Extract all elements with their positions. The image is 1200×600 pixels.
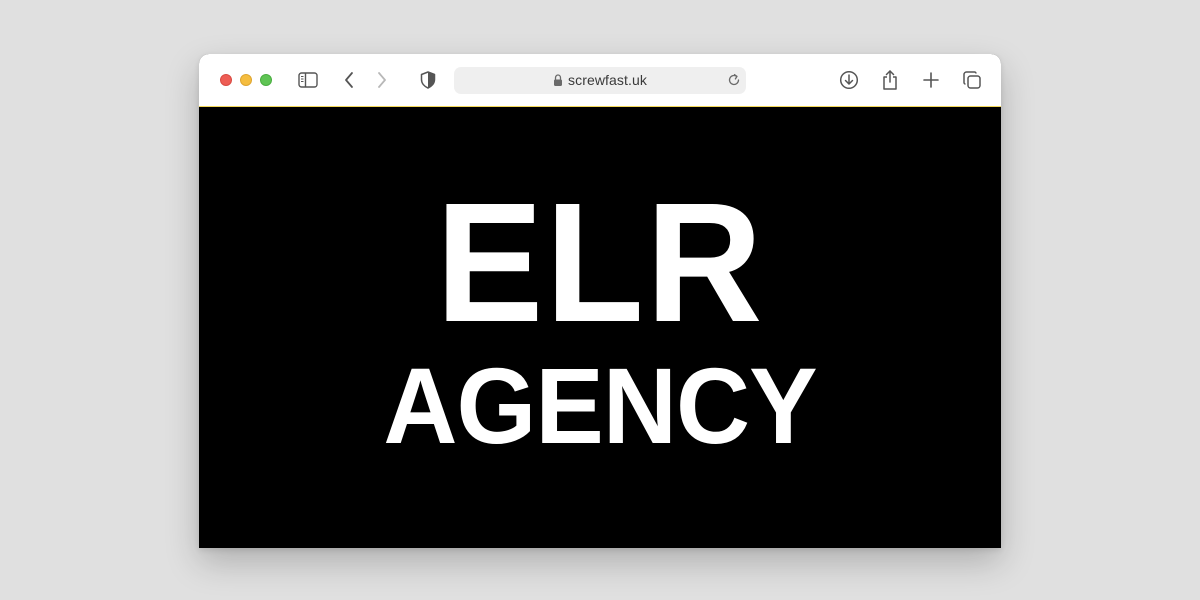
browser-window: screwfast.uk ELR AGENCY xyxy=(199,54,1001,548)
address-url: screwfast.uk xyxy=(568,72,647,88)
shield-icon xyxy=(420,71,436,89)
share-button[interactable] xyxy=(878,68,902,92)
tabs-icon xyxy=(962,70,982,90)
tab-overview-button[interactable] xyxy=(960,68,984,92)
close-window-button[interactable] xyxy=(220,74,232,86)
forward-chevron-icon xyxy=(376,71,388,89)
share-icon xyxy=(881,69,899,91)
maximize-window-button[interactable] xyxy=(260,74,272,86)
browser-toolbar: screwfast.uk xyxy=(199,54,1001,107)
address-bar[interactable]: screwfast.uk xyxy=(454,67,746,94)
page-content: ELR AGENCY xyxy=(199,107,1001,548)
downloads-button[interactable] xyxy=(837,68,861,92)
minimize-window-button[interactable] xyxy=(240,74,252,86)
sidebar-toggle-button[interactable] xyxy=(296,68,320,92)
download-icon xyxy=(839,70,859,90)
new-tab-button[interactable] xyxy=(919,68,943,92)
privacy-report-button[interactable] xyxy=(416,68,440,92)
back-chevron-icon xyxy=(343,71,355,89)
sidebar-icon xyxy=(298,72,318,88)
reload-icon[interactable] xyxy=(727,73,741,92)
logo-text-elr: ELR xyxy=(435,168,765,358)
forward-button[interactable] xyxy=(370,68,394,92)
plus-icon xyxy=(922,71,940,89)
lock-icon xyxy=(553,74,563,92)
back-button[interactable] xyxy=(337,68,361,92)
logo-text-agency: AGENCY xyxy=(383,345,817,466)
